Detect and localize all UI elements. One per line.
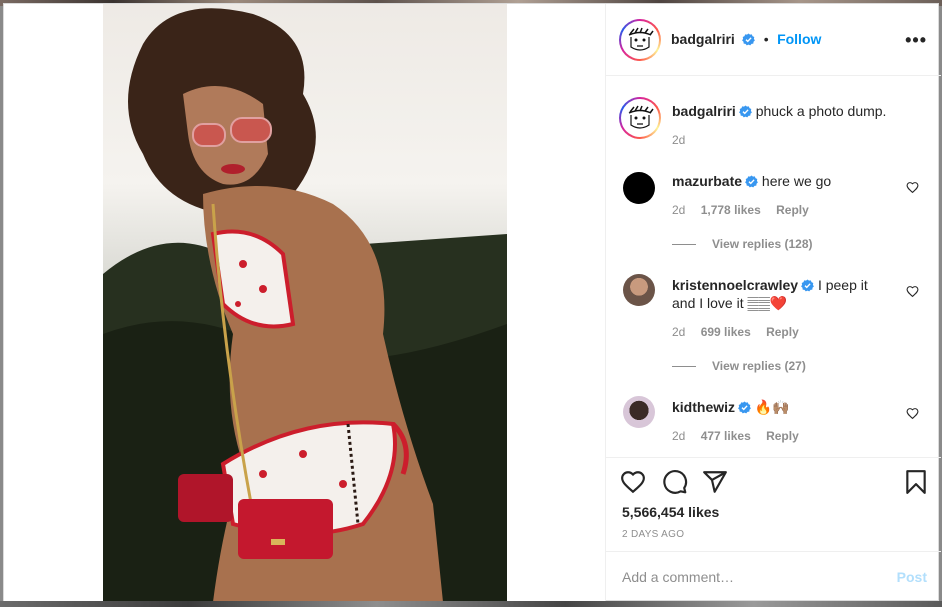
background-strip-bottom	[0, 601, 942, 607]
comment-age: 2d	[672, 325, 686, 339]
comment-text-line: mazurbate here we go	[672, 172, 831, 190]
bookmark-icon[interactable]	[903, 469, 929, 495]
comments-list: badgalriri phuck a photo dump. 2d mazurb…	[606, 77, 941, 457]
more-options-icon[interactable]: •••	[905, 30, 927, 51]
caption-username[interactable]: badgalriri	[672, 103, 736, 119]
view-replies-line	[672, 243, 696, 245]
comment-icon[interactable]	[662, 469, 688, 495]
caption-author-avatar[interactable]	[619, 97, 661, 139]
photo-illustration	[103, 8, 507, 602]
comment-input[interactable]: Add a comment…	[622, 569, 734, 585]
comment-text-line: kidthewiz 🔥🙌🏽	[672, 398, 790, 416]
verified-badge-icon	[742, 33, 756, 46]
commenter-avatar[interactable]	[623, 274, 655, 306]
view-replies-label: View replies (128)	[712, 237, 813, 251]
post-sidebar: badgalriri • Follow ••• badgalriri phuck…	[605, 4, 941, 602]
comment-like-heart-icon[interactable]	[906, 407, 919, 420]
verified-badge-icon	[738, 401, 751, 414]
caption-text: phuck a photo dump.	[755, 103, 887, 119]
commenter-avatar[interactable]	[623, 396, 655, 428]
post-media	[4, 4, 605, 602]
header-user-line: badgalriri • Follow	[671, 31, 821, 49]
comment-likes[interactable]: 699 likes	[701, 325, 751, 339]
add-comment-bar: Add a comment… Post	[606, 551, 941, 602]
comment-like-heart-icon[interactable]	[906, 181, 919, 194]
comment-meta: 2d 477 likes Reply	[672, 429, 799, 443]
comment-likes[interactable]: 477 likes	[701, 429, 751, 443]
post-photo[interactable]	[103, 4, 507, 602]
view-replies-line	[672, 365, 696, 367]
comment-text-continued: and I love it 𝄛𝄛❤️	[672, 295, 788, 311]
caption-age: 2d	[672, 133, 686, 147]
author-username[interactable]: badgalriri	[671, 31, 735, 47]
comment-text-block: kristennoelcrawley I peep it and I love …	[672, 276, 912, 312]
comment-age: 2d	[672, 429, 686, 443]
heart-icon[interactable]	[620, 469, 646, 495]
commenter-avatar[interactable]	[623, 172, 655, 204]
post-comment-button[interactable]: Post	[897, 569, 927, 585]
comment-text: I peep it	[817, 277, 868, 293]
header-separator-dot: •	[763, 31, 769, 47]
follow-button[interactable]: Follow	[777, 31, 821, 47]
author-avatar[interactable]	[619, 19, 661, 61]
view-replies-button[interactable]: View replies (27)	[672, 359, 806, 373]
comment-like-heart-icon[interactable]	[906, 285, 919, 298]
comment-meta: 2d 1,778 likes Reply	[672, 203, 809, 217]
commenter-username[interactable]: kristennoelcrawley	[672, 277, 798, 293]
comment-text: 🔥🙌🏽	[754, 399, 790, 415]
doodle-face-icon	[628, 27, 654, 51]
post-date[interactable]: 2 DAYS AGO	[622, 529, 684, 540]
view-replies-label: View replies (27)	[712, 359, 806, 373]
doodle-face-icon	[628, 105, 654, 129]
commenter-username[interactable]: mazurbate	[672, 173, 742, 189]
commenter-username[interactable]: kidthewiz	[672, 399, 735, 415]
reply-button[interactable]: Reply	[776, 203, 809, 217]
verified-badge-icon	[801, 279, 814, 292]
reply-button[interactable]: Reply	[766, 325, 799, 339]
verified-badge-icon	[745, 175, 758, 188]
post-modal: badgalriri • Follow ••• badgalriri phuck…	[3, 3, 941, 602]
action-bar: 5,566,454 likes 2 DAYS AGO	[606, 457, 941, 551]
view-replies-button[interactable]: View replies (128)	[672, 237, 813, 251]
reply-button[interactable]: Reply	[766, 429, 799, 443]
post-header: badgalriri • Follow •••	[606, 4, 941, 76]
verified-badge-icon	[738, 105, 752, 118]
likes-count[interactable]: 5,566,454 likes	[622, 504, 719, 520]
comment-likes[interactable]: 1,778 likes	[701, 203, 761, 217]
comment-text: here we go	[761, 173, 832, 189]
paper-plane-icon[interactable]	[702, 469, 728, 495]
caption-text-line: badgalriri phuck a photo dump.	[672, 102, 886, 120]
comment-meta: 2d 699 likes Reply	[672, 325, 799, 339]
comment-age: 2d	[672, 203, 686, 217]
